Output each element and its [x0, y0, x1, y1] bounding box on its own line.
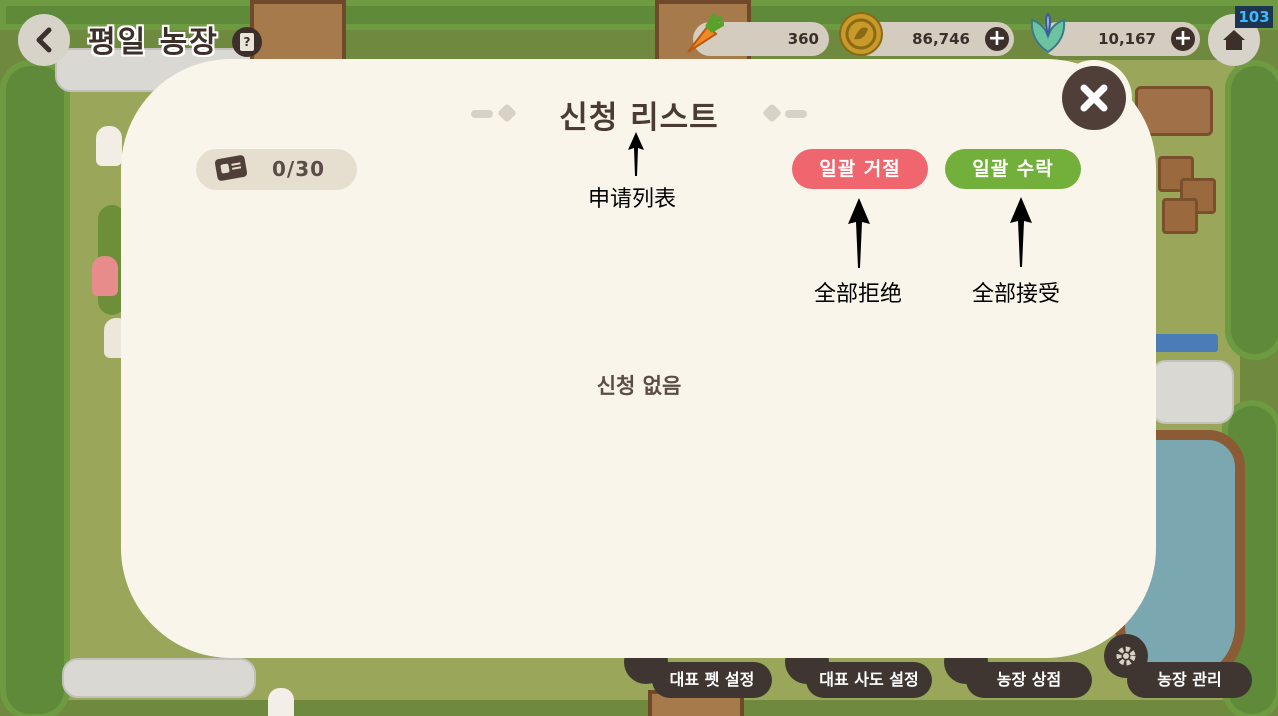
- pet-settings-button[interactable]: 대표 펫 설정: [652, 662, 772, 698]
- gem-value: 10,167: [1098, 30, 1156, 48]
- annotation-reject-all: 全部拒绝: [814, 282, 903, 307]
- chevron-left-icon: [36, 27, 52, 53]
- coin-icon: [839, 12, 883, 56]
- npc-character[interactable]: [92, 256, 118, 296]
- help-button[interactable]: ?: [232, 27, 262, 57]
- help-icon: ?: [240, 33, 254, 51]
- close-button[interactable]: [1062, 66, 1126, 130]
- reject-all-button[interactable]: 일괄 거절: [792, 149, 928, 189]
- title-decoration-right: [785, 110, 807, 118]
- farm-manage-button[interactable]: 농장 관리: [1127, 662, 1252, 698]
- farm-title: 평일 농장: [88, 25, 219, 60]
- farm-shop-button[interactable]: 농장 상점: [966, 662, 1092, 698]
- bench: [1150, 334, 1218, 352]
- back-button[interactable]: [18, 14, 70, 66]
- apostle-settings-button[interactable]: 대표 사도 설정: [806, 662, 932, 698]
- counter-value: 0/30: [272, 157, 326, 181]
- ticket-icon: [214, 154, 248, 182]
- annotation-arrow-accept: [1010, 197, 1032, 267]
- carrot-icon: [687, 13, 724, 53]
- npc-character[interactable]: [268, 688, 294, 716]
- stone-wall-bottom: [62, 658, 256, 698]
- add-coin-button[interactable]: +: [985, 27, 1009, 51]
- annotation-title: 申请列表: [588, 187, 677, 212]
- empty-list-message: 신청 없음: [596, 374, 682, 398]
- fps-counter: 103: [1235, 6, 1273, 28]
- home-icon: [1223, 30, 1245, 50]
- carrot-value: 360: [787, 30, 819, 48]
- annotation-arrow-reject: [848, 198, 870, 268]
- coin-value: 86,746: [912, 30, 970, 48]
- leaf-gem-icon: [1030, 12, 1066, 54]
- gear-icon[interactable]: [1104, 634, 1148, 678]
- annotation-arrow-title: [628, 132, 644, 176]
- add-gem-button[interactable]: +: [1171, 27, 1195, 51]
- application-counter: 0/30: [196, 149, 357, 190]
- close-icon: [1080, 84, 1108, 112]
- gear-glyph: [1116, 646, 1136, 666]
- annotation-accept-all: 全部接受: [972, 282, 1061, 307]
- crate: [1162, 198, 1198, 234]
- accept-all-button[interactable]: 일괄 수락: [945, 149, 1081, 189]
